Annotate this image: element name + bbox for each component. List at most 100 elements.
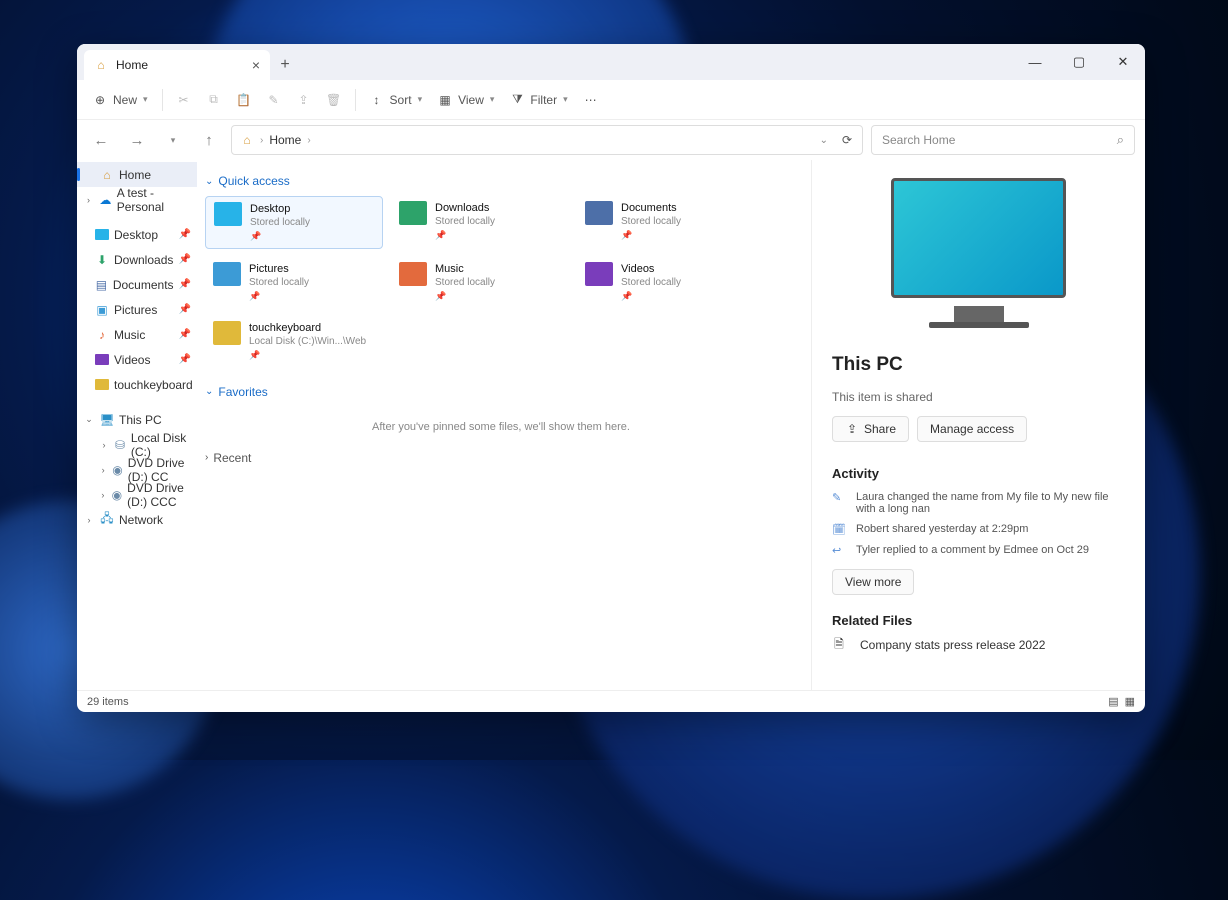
music-icon: ♪: [95, 328, 109, 342]
tile-info: Music Stored locally 📌: [435, 262, 495, 303]
address-bar[interactable]: ⌂ › Home › ⌄ ⟳: [231, 125, 863, 155]
delete-button[interactable]: 🗑: [319, 85, 349, 115]
up-button[interactable]: ↑: [195, 126, 223, 154]
quick-tile-music[interactable]: Music Stored locally 📌: [391, 257, 569, 308]
details-pane: This PC This item is shared ⇪ Share Mana…: [811, 160, 1145, 690]
search-input[interactable]: Search Home ⌕: [871, 125, 1135, 155]
tile-name: Documents: [621, 201, 681, 215]
favorites-header[interactable]: ⌄ Favorites: [205, 385, 797, 399]
maximize-button[interactable]: ▢: [1057, 44, 1101, 80]
cut-button[interactable]: ✂: [169, 85, 199, 115]
quick-tile-videos[interactable]: Videos Stored locally 📌: [577, 257, 755, 308]
breadcrumb-home[interactable]: Home: [269, 133, 301, 147]
pin-icon: 📌: [249, 350, 366, 362]
back-button[interactable]: ←: [87, 126, 115, 154]
tile-name: Downloads: [435, 201, 495, 215]
nav-localdisk[interactable]: › ⛁ Local Disk (C:): [77, 432, 197, 457]
pin-icon[interactable]: 📌: [179, 229, 191, 240]
paste-button[interactable]: 📋: [229, 85, 259, 115]
quick-tile-touchkeyboard[interactable]: touchkeyboard Local Disk (C:)\Win...\Web…: [205, 316, 383, 367]
tile-location: Local Disk (C:)\Win...\Web: [249, 335, 366, 348]
chevron-down-icon: ▾: [563, 94, 568, 105]
tab-home[interactable]: ⌂ Home ×: [84, 50, 270, 80]
activity-text: Laura changed the name from My file to M…: [856, 491, 1125, 515]
recent-header[interactable]: › Recent: [205, 451, 797, 465]
home-icon: ⌂: [94, 58, 108, 72]
expand-icon[interactable]: ›: [99, 440, 109, 450]
quick-tile-desktop[interactable]: Desktop Stored locally 📌: [205, 196, 383, 249]
view-button[interactable]: ▦ View ▾: [430, 85, 502, 115]
quick-access-header[interactable]: ⌄ Quick access: [205, 174, 797, 188]
nav-label: Videos: [114, 353, 150, 367]
network-icon: 🖧: [100, 513, 114, 527]
pin-icon[interactable]: 📌: [179, 279, 191, 290]
pin-icon[interactable]: 📌: [179, 254, 191, 265]
recent-locations-button[interactable]: ▾: [159, 126, 187, 154]
share-button[interactable]: ⇪: [289, 85, 319, 115]
quick-tile-downloads[interactable]: Downloads Stored locally 📌: [391, 196, 569, 249]
sort-button[interactable]: ↕ Sort ▾: [362, 85, 431, 115]
nav-pictures[interactable]: ▣ Pictures 📌: [77, 297, 197, 322]
pin-icon[interactable]: 📌: [179, 354, 191, 365]
more-button[interactable]: ⋯: [576, 85, 606, 115]
share-button[interactable]: ⇪ Share: [832, 416, 909, 442]
expand-icon[interactable]: ›: [99, 465, 107, 475]
quick-tile-documents[interactable]: Documents Stored locally 📌: [577, 196, 755, 249]
nav-documents[interactable]: ▤ Documents 📌: [77, 272, 197, 297]
expand-icon[interactable]: ›: [83, 515, 95, 525]
nav-label: Documents: [113, 278, 174, 292]
expand-icon[interactable]: ›: [83, 195, 94, 205]
nav-home[interactable]: ⌂ Home: [77, 162, 197, 187]
nav-dvd2[interactable]: › ◉ DVD Drive (D:) CCC: [77, 482, 197, 507]
close-window-button[interactable]: ✕: [1101, 44, 1145, 80]
nav-thispc[interactable]: ⌄ 🖥 This PC: [77, 407, 197, 432]
nav-videos[interactable]: Videos 📌: [77, 347, 197, 372]
forward-button[interactable]: →: [123, 126, 151, 154]
quick-tile-pictures[interactable]: Pictures Stored locally 📌: [205, 257, 383, 308]
chevron-down-icon[interactable]: ⌄: [820, 135, 828, 146]
search-icon: ⌕: [1117, 132, 1124, 148]
new-tab-button[interactable]: +: [270, 50, 300, 80]
section-label: Quick access: [218, 174, 289, 188]
nav-desktop[interactable]: Desktop 📌: [77, 222, 197, 247]
expand-icon[interactable]: ›: [99, 490, 107, 500]
pin-icon[interactable]: 📌: [179, 304, 191, 315]
nav-dvd1[interactable]: › ◉ DVD Drive (D:) CC: [77, 457, 197, 482]
pin-icon[interactable]: 📌: [179, 329, 191, 340]
documents-icon: ▤: [95, 278, 108, 292]
tile-info: Pictures Stored locally 📌: [249, 262, 309, 303]
copy-button[interactable]: ⧉: [199, 85, 229, 115]
minimize-button[interactable]: ―: [1013, 44, 1057, 80]
details-view-button[interactable]: ▤: [1108, 695, 1118, 708]
nav-personal[interactable]: › ☁ A test - Personal: [77, 187, 197, 212]
manage-access-button[interactable]: Manage access: [917, 416, 1027, 442]
nav-downloads[interactable]: ⬇ Downloads 📌: [77, 247, 197, 272]
collapse-icon[interactable]: ⌄: [83, 414, 95, 425]
status-bar: 29 items ▤ ▦: [77, 690, 1145, 712]
filter-button[interactable]: ⧩ Filter ▾: [502, 85, 575, 115]
paste-icon: 📋: [237, 93, 251, 107]
nav-touchkeyboard[interactable]: touchkeyboard: [77, 372, 197, 397]
activity-text: Tyler replied to a comment by Edmee on O…: [856, 544, 1089, 556]
rename-button[interactable]: ✎: [259, 85, 289, 115]
thumbnails-view-button[interactable]: ▦: [1125, 695, 1135, 708]
file-explorer-window: ⌂ Home × + ― ▢ ✕ ⊕ New ▾ ✂ ⧉ 📋 ✎ ⇪ 🗑 ↕ S…: [77, 44, 1145, 712]
trash-icon: 🗑: [327, 93, 341, 107]
nav-network[interactable]: › 🖧 Network: [77, 507, 197, 532]
nav-label: Home: [119, 168, 151, 182]
chevron-down-icon: ⌄: [205, 386, 213, 397]
view-more-button[interactable]: View more: [832, 569, 914, 595]
related-file[interactable]: 🗎 Company stats press release 2022: [832, 638, 1125, 652]
dvd-icon: ◉: [112, 463, 122, 477]
refresh-button[interactable]: ⟳: [840, 133, 854, 147]
home-icon: ⌂: [100, 168, 114, 182]
tile-location: Stored locally: [621, 276, 681, 289]
close-tab-icon[interactable]: ×: [252, 57, 260, 73]
tile-location: Stored locally: [250, 216, 310, 229]
new-button[interactable]: ⊕ New ▾: [85, 85, 156, 115]
pc-thumbnail: [891, 178, 1066, 328]
nav-music[interactable]: ♪ Music 📌: [77, 322, 197, 347]
navigation-pane: ⌂ Home › ☁ A test - Personal Desktop 📌 ⬇…: [77, 160, 197, 690]
nav-label: Network: [119, 513, 163, 527]
onedrive-icon: ☁: [99, 193, 112, 207]
